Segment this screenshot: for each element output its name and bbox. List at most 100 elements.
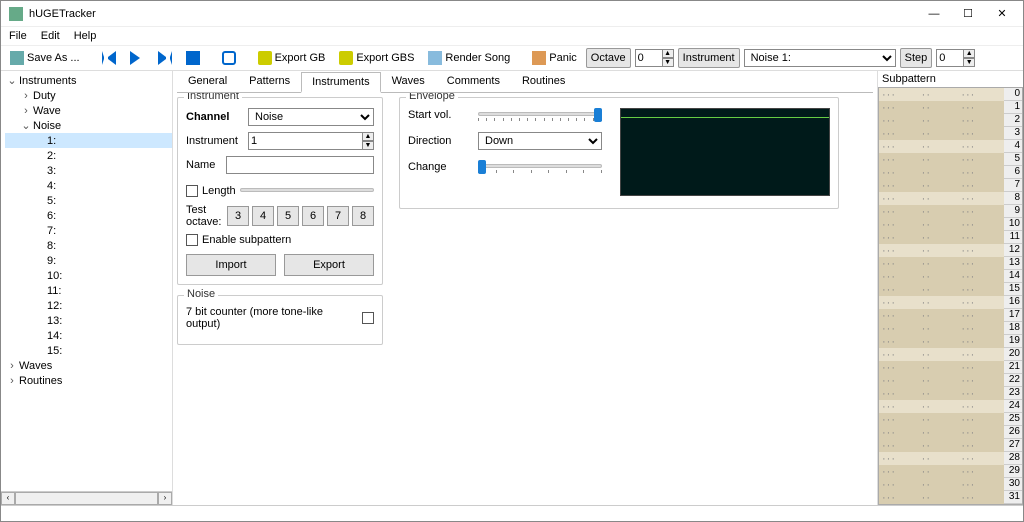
stop-button[interactable] — [181, 48, 205, 68]
tree-noise-item[interactable]: 11: — [5, 283, 172, 298]
tree-noise-item[interactable]: 13: — [5, 313, 172, 328]
save-button[interactable]: Save As ... — [5, 48, 85, 68]
enable-subpattern-checkbox[interactable] — [186, 234, 198, 246]
step-spinner[interactable]: ▲▼ — [936, 49, 975, 67]
import-button[interactable]: Import — [186, 254, 276, 276]
tree-noise-item[interactable]: 7: — [5, 223, 172, 238]
loop-button[interactable] — [217, 48, 241, 68]
maximize-button[interactable]: ☐ — [953, 4, 983, 24]
direction-select[interactable]: Down — [478, 132, 602, 150]
subpattern-row[interactable]: ········ — [879, 452, 1004, 465]
subpattern-row[interactable]: ········ — [879, 270, 1004, 283]
subpattern-row[interactable]: ········ — [879, 335, 1004, 348]
subpattern-row[interactable]: ········ — [879, 309, 1004, 322]
test-octave-button[interactable]: 7 — [327, 206, 349, 226]
tree-noise[interactable]: ⌄Noise — [5, 118, 172, 133]
rewind-button[interactable] — [97, 48, 121, 68]
tab-general[interactable]: General — [177, 71, 238, 92]
tree-noise-item[interactable]: 5: — [5, 193, 172, 208]
channel-select[interactable]: Noise — [248, 108, 374, 126]
subpattern-row[interactable]: ········ — [879, 322, 1004, 335]
forward-button[interactable] — [153, 48, 177, 68]
tree-root[interactable]: ⌄Instruments — [5, 73, 172, 88]
subpattern-row[interactable]: ········ — [879, 166, 1004, 179]
length-slider[interactable] — [240, 184, 374, 198]
tree-noise-item[interactable]: 9: — [5, 253, 172, 268]
tab-routines[interactable]: Routines — [511, 71, 576, 92]
subpattern-row[interactable]: ········ — [879, 478, 1004, 491]
tree-wave[interactable]: ›Wave — [5, 103, 172, 118]
tab-instruments[interactable]: Instruments — [301, 72, 380, 93]
subpattern-row[interactable]: ········ — [879, 361, 1004, 374]
subpattern-row[interactable]: ········ — [879, 127, 1004, 140]
instrument-num-spinner[interactable]: ▲▼ — [248, 132, 374, 150]
instrument-tree[interactable]: ⌄Instruments ›Duty ›Wave ⌄Noise 1:2:3:4:… — [1, 71, 172, 491]
subpattern-row[interactable]: ········ — [879, 439, 1004, 452]
subpattern-row[interactable]: ········ — [879, 400, 1004, 413]
panic-button[interactable]: Panic — [527, 48, 582, 68]
name-input[interactable] — [226, 156, 374, 174]
length-checkbox[interactable] — [186, 185, 198, 197]
tab-comments[interactable]: Comments — [436, 71, 511, 92]
subpattern-row[interactable]: ········ — [879, 491, 1004, 504]
subpattern-row[interactable]: ········ — [879, 244, 1004, 257]
subpattern-row[interactable]: ········ — [879, 218, 1004, 231]
subpattern-row[interactable]: ········ — [879, 257, 1004, 270]
tree-noise-item[interactable]: 4: — [5, 178, 172, 193]
tree-noise-item[interactable]: 2: — [5, 148, 172, 163]
tree-noise-item[interactable]: 10: — [5, 268, 172, 283]
tree-routines[interactable]: ›Routines — [5, 373, 172, 388]
test-octave-button[interactable]: 5 — [277, 206, 299, 226]
tree-noise-item[interactable]: 3: — [5, 163, 172, 178]
tab-waves[interactable]: Waves — [381, 71, 436, 92]
octave-spinner[interactable]: ▲▼ — [635, 49, 674, 67]
startvol-slider[interactable] — [478, 108, 602, 122]
tree-noise-item[interactable]: 8: — [5, 238, 172, 253]
subpattern-row[interactable]: ········ — [879, 153, 1004, 166]
play-button[interactable] — [125, 48, 149, 68]
instrument-select[interactable]: Noise 1: — [744, 49, 896, 67]
tree-waves[interactable]: ›Waves — [5, 358, 172, 373]
subpattern-row[interactable]: ········ — [879, 374, 1004, 387]
subpattern-row[interactable]: ········ — [879, 413, 1004, 426]
tree-noise-item[interactable]: 1: — [5, 133, 172, 148]
subpattern-row[interactable]: ········ — [879, 114, 1004, 127]
subpattern-row[interactable]: ········ — [879, 88, 1004, 101]
subpattern-row[interactable]: ········ — [879, 192, 1004, 205]
subpattern-grid[interactable]: ········································… — [878, 87, 1023, 505]
subpattern-row[interactable]: ········ — [879, 283, 1004, 296]
subpattern-row[interactable]: ········ — [879, 231, 1004, 244]
subpattern-row[interactable]: ········ — [879, 140, 1004, 153]
tree-noise-item[interactable]: 14: — [5, 328, 172, 343]
subpattern-row[interactable]: ········ — [879, 348, 1004, 361]
test-octave-button[interactable]: 6 — [302, 206, 324, 226]
subpattern-row[interactable]: ········ — [879, 426, 1004, 439]
close-button[interactable]: ✕ — [987, 4, 1017, 24]
tree-noise-item[interactable]: 15: — [5, 343, 172, 358]
subpattern-row[interactable]: ········ — [879, 465, 1004, 478]
export-gb-button[interactable]: Export GB — [253, 48, 331, 68]
test-octave-button[interactable]: 4 — [252, 206, 274, 226]
change-slider[interactable] — [478, 160, 602, 174]
menu-edit[interactable]: Edit — [41, 30, 60, 42]
menu-file[interactable]: File — [9, 30, 27, 42]
minimize-button[interactable]: — — [919, 4, 949, 24]
tree-noise-item[interactable]: 12: — [5, 298, 172, 313]
menu-help[interactable]: Help — [74, 30, 97, 42]
panic-icon — [532, 51, 546, 65]
subpattern-row[interactable]: ········ — [879, 387, 1004, 400]
subpattern-row[interactable]: ········ — [879, 296, 1004, 309]
export-button[interactable]: Export — [284, 254, 374, 276]
subpattern-row[interactable]: ········ — [879, 179, 1004, 192]
export-gbs-button[interactable]: Export GBS — [334, 48, 419, 68]
test-octave-button[interactable]: 3 — [227, 206, 249, 226]
subpattern-row[interactable]: ········ — [879, 205, 1004, 218]
sevenbit-checkbox[interactable] — [362, 312, 374, 324]
tree-scrollbar[interactable]: ‹› — [1, 491, 172, 505]
tree-duty[interactable]: ›Duty — [5, 88, 172, 103]
test-octave-button[interactable]: 8 — [352, 206, 374, 226]
subpattern-row[interactable]: ········ — [879, 101, 1004, 114]
tab-patterns[interactable]: Patterns — [238, 71, 301, 92]
render-song-button[interactable]: Render Song — [423, 48, 515, 68]
tree-noise-item[interactable]: 6: — [5, 208, 172, 223]
